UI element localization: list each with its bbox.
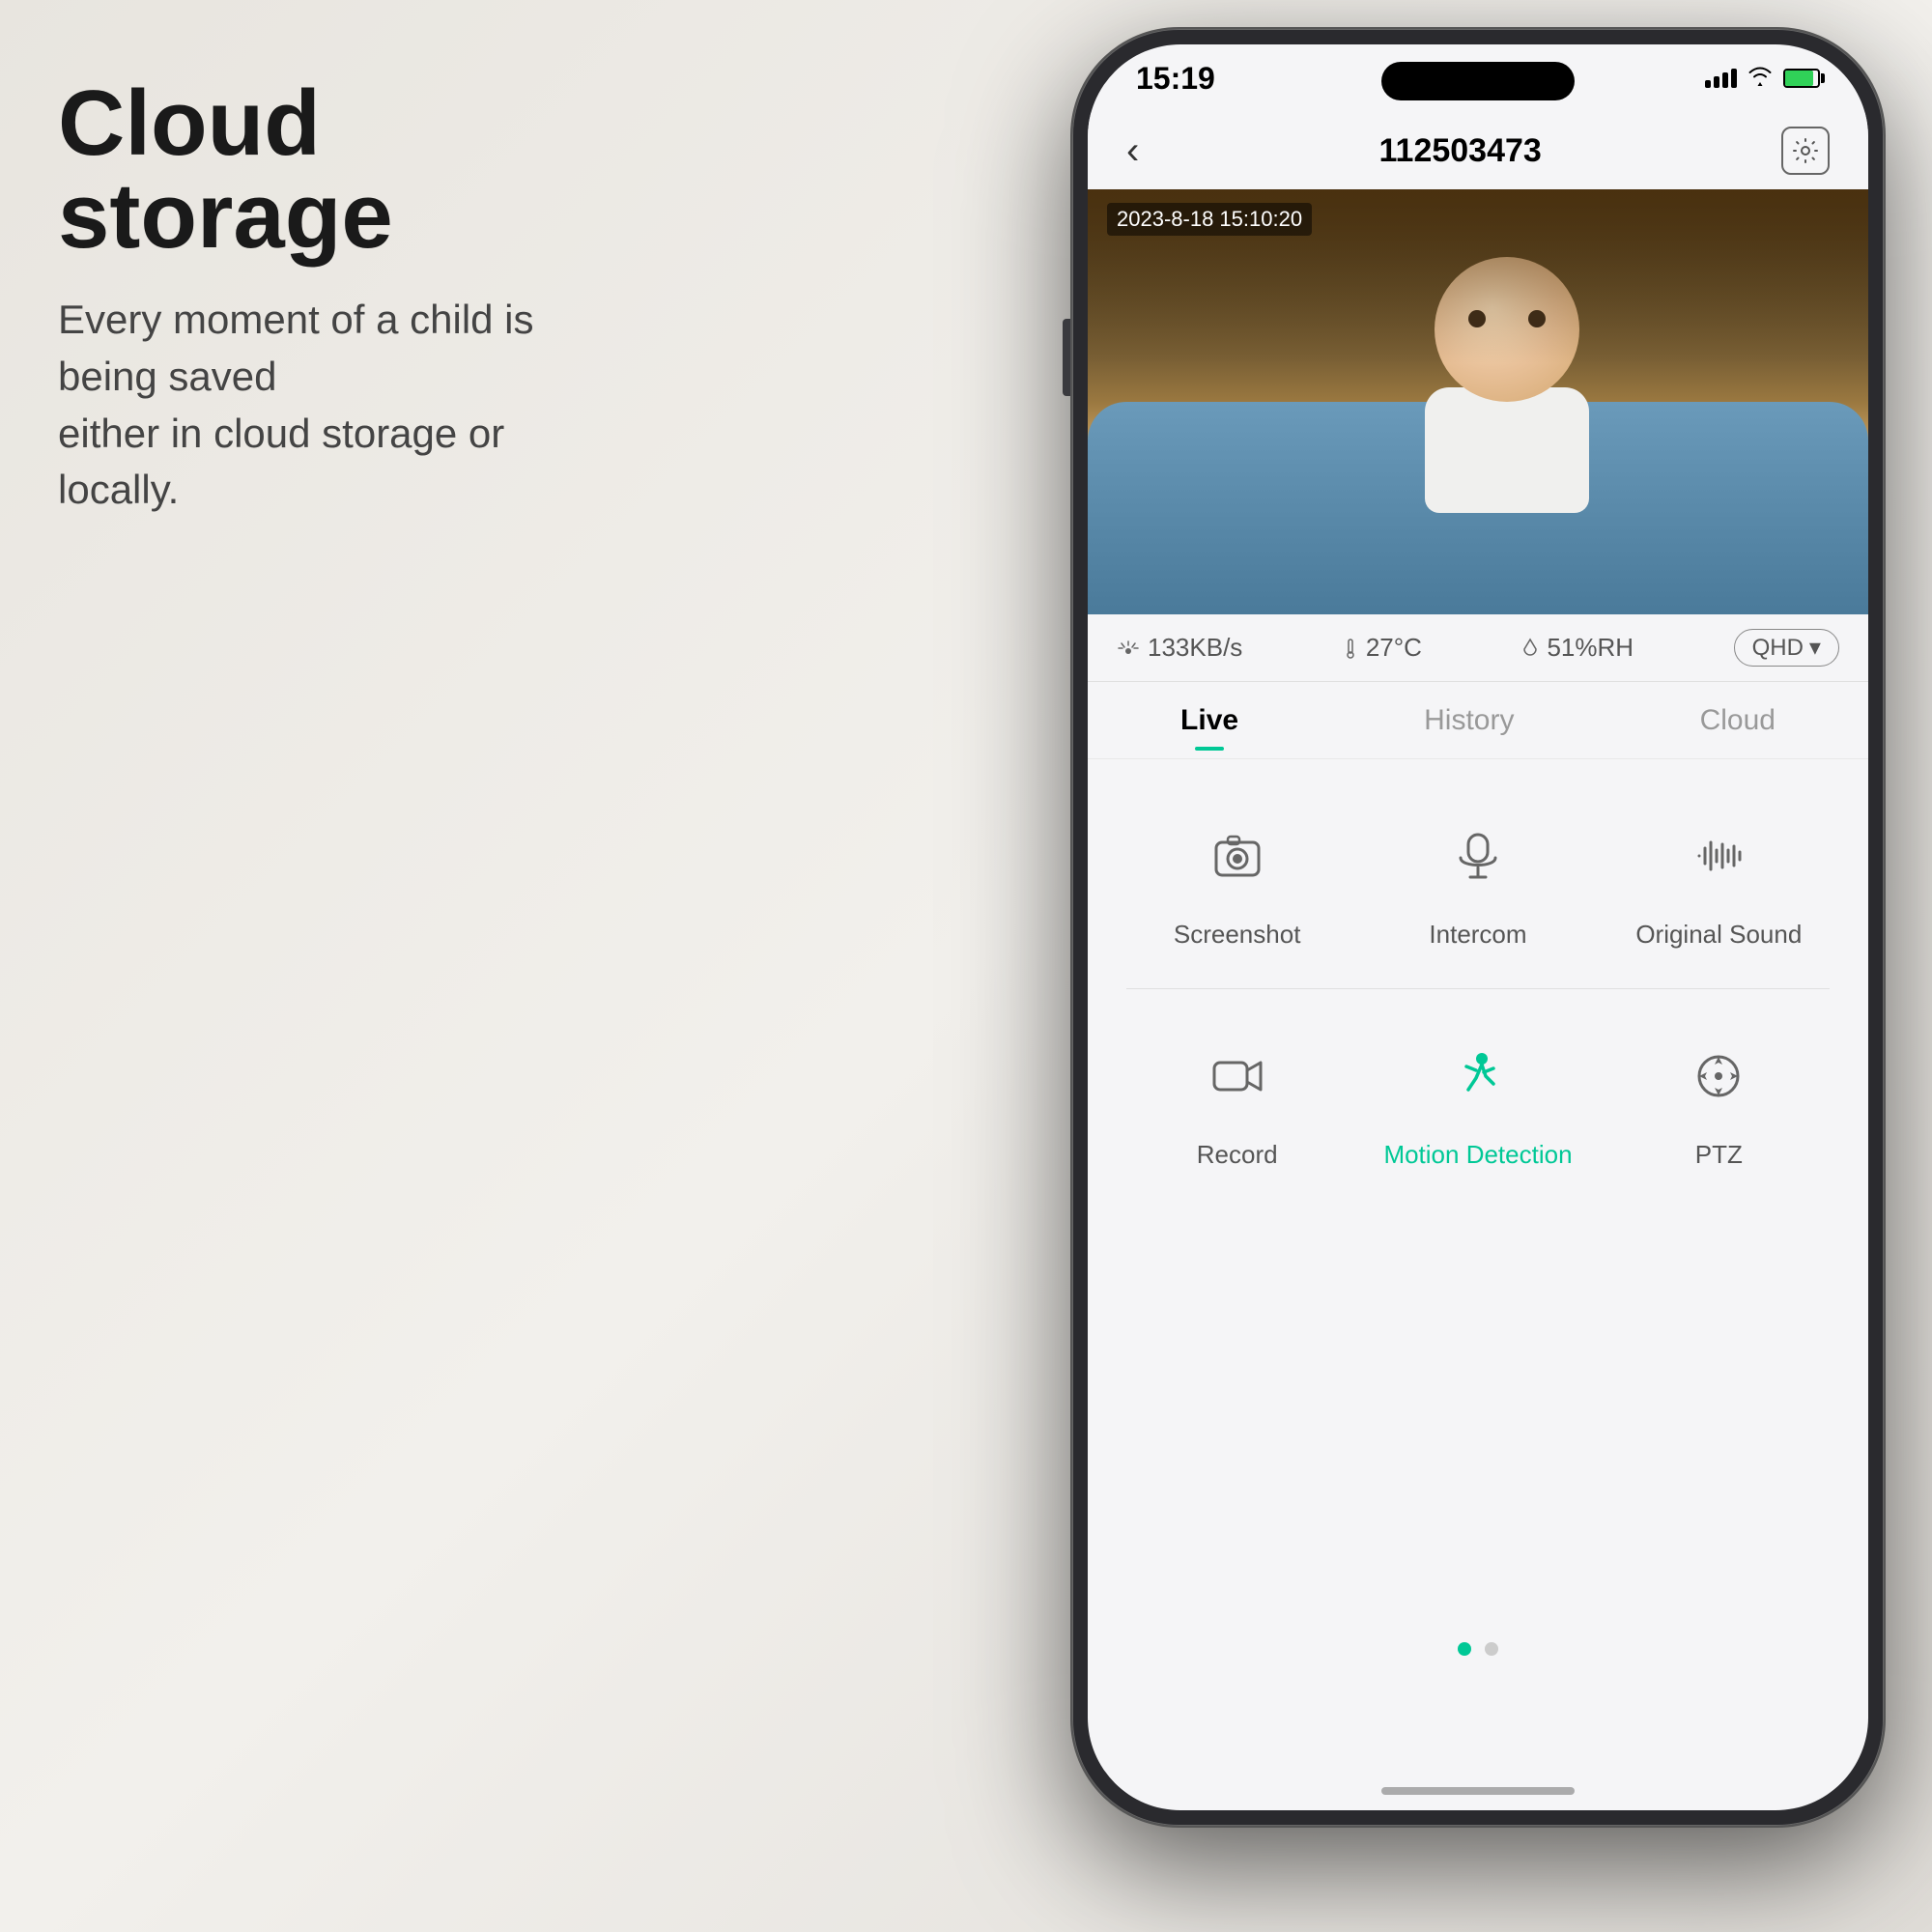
video-timestamp: 2023-8-18 15:10:20 <box>1107 203 1312 236</box>
phone-shell: 15:19 <box>1072 29 1884 1826</box>
headline: Cloud storage <box>58 77 599 263</box>
video-icon <box>1210 1049 1264 1103</box>
screenshot-button[interactable]: Screenshot <box>1126 808 1348 950</box>
wifi-icon <box>1747 65 1774 93</box>
battery-icon <box>1783 69 1820 88</box>
status-time: 15:19 <box>1136 61 1215 97</box>
figure-run-icon <box>1451 1049 1505 1103</box>
settings-button[interactable] <box>1781 127 1830 175</box>
speed-stat: 133KB/s <box>1117 633 1242 663</box>
page-dot-1 <box>1458 1642 1471 1656</box>
ptz-label: PTZ <box>1695 1140 1743 1170</box>
grid-divider <box>1126 988 1830 989</box>
motion-detection-button[interactable]: Motion Detection <box>1367 1028 1588 1170</box>
phone-wrapper: 15:19 <box>1072 29 1903 1864</box>
content-area: Screenshot Intercom <box>1088 759 1868 1714</box>
chevron-down-icon: ▾ <box>1809 634 1821 662</box>
dynamic-island <box>1381 62 1575 100</box>
humidity-value: 51%RH <box>1547 633 1634 663</box>
humidity-stat: 51%RH <box>1521 633 1634 663</box>
quality-value: QHD <box>1752 635 1804 662</box>
video-feed: 2023-8-18 15:10:20 <box>1088 189 1868 614</box>
function-grid-row1: Screenshot Intercom <box>1088 788 1868 969</box>
page-dots <box>1458 1642 1498 1685</box>
temp-stat: 27°C <box>1343 633 1422 663</box>
intercom-label: Intercom <box>1429 920 1526 950</box>
screenshot-label: Screenshot <box>1174 920 1301 950</box>
left-content: Cloud storage Every moment of a child is… <box>58 77 599 519</box>
record-label: Record <box>1197 1140 1278 1170</box>
stats-bar: 133KB/s 27°C 51%RH QHD ▾ <box>1088 614 1868 682</box>
quality-badge[interactable]: QHD ▾ <box>1734 629 1839 667</box>
speed-value: 133KB/s <box>1148 633 1242 663</box>
function-grid-row2: Record <box>1088 1009 1868 1189</box>
tab-live[interactable]: Live <box>1180 704 1238 737</box>
home-indicator <box>1381 1787 1575 1795</box>
signal-icon <box>1705 69 1737 88</box>
back-button[interactable]: ‹ <box>1126 129 1139 173</box>
tab-history[interactable]: History <box>1424 704 1514 737</box>
phone-screen: 15:19 <box>1088 44 1868 1810</box>
original-sound-button[interactable]: Original Sound <box>1608 808 1830 950</box>
page-dot-2 <box>1485 1642 1498 1656</box>
temp-value: 27°C <box>1366 633 1422 663</box>
camera-icon <box>1210 829 1264 883</box>
camera-id: 112503473 <box>1379 132 1542 170</box>
app-header: ‹ 112503473 <box>1088 112 1868 189</box>
record-button[interactable]: Record <box>1126 1028 1348 1170</box>
compass-icon <box>1691 1049 1746 1103</box>
motion-detection-label: Motion Detection <box>1383 1140 1572 1170</box>
tab-active-indicator <box>1195 747 1224 751</box>
ptz-button[interactable]: PTZ <box>1608 1028 1830 1170</box>
tab-cloud[interactable]: Cloud <box>1700 704 1776 737</box>
status-icons <box>1705 65 1820 93</box>
tabs-bar: Live History Cloud <box>1088 682 1868 759</box>
intercom-button[interactable]: Intercom <box>1367 808 1588 950</box>
mic-icon <box>1451 829 1505 883</box>
original-sound-label: Original Sound <box>1635 920 1802 950</box>
subtitle: Every moment of a child is being saved e… <box>58 292 599 519</box>
waveform-icon <box>1691 829 1746 883</box>
